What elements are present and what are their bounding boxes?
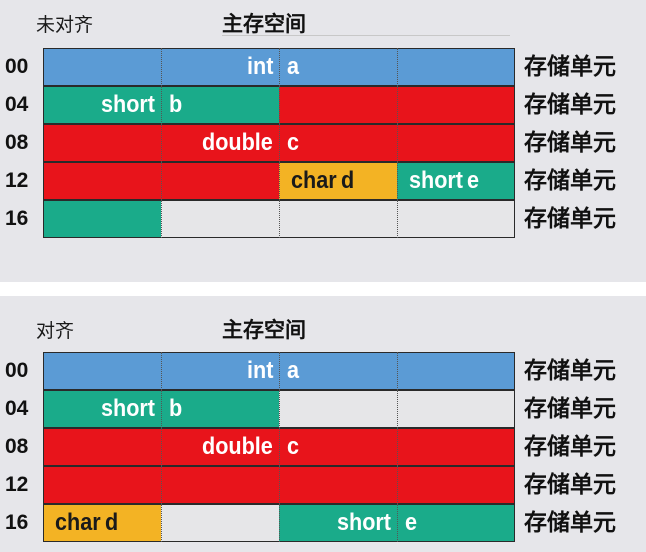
- variable-label: c: [287, 433, 300, 460]
- memory-row: short b: [43, 86, 515, 124]
- variable-label: e: [467, 167, 480, 194]
- memory-grid: int a short b double c char d short e: [43, 48, 515, 238]
- type-label: short: [101, 91, 155, 118]
- memory-row: [43, 200, 515, 238]
- slot-divider: [279, 352, 281, 390]
- slot-divider: [279, 504, 281, 542]
- title-underline: [222, 35, 510, 36]
- slot-divider: [161, 86, 163, 124]
- address-label: 04: [5, 397, 29, 420]
- address-label: 16: [5, 207, 29, 230]
- slot-divider: [279, 162, 281, 200]
- variable-label: e: [405, 509, 418, 536]
- panel-aligned: 对齐 主存空间 int a short b double c char d short e 00 存…: [0, 296, 646, 552]
- slot-divider: [161, 504, 163, 542]
- slot-divider: [397, 504, 399, 542]
- slot-divider: [279, 48, 281, 86]
- address-label: 12: [5, 169, 29, 192]
- variable-label: d: [340, 167, 355, 194]
- slot-divider: [161, 352, 163, 390]
- type-label: double: [201, 433, 273, 460]
- memory-row: char d short e: [43, 162, 515, 200]
- variable-label: a: [287, 53, 300, 80]
- panel-caption: 未对齐: [36, 14, 94, 36]
- slot-divider: [161, 48, 163, 86]
- address-label: 00: [5, 359, 29, 382]
- address-label: 04: [5, 93, 29, 116]
- storage-unit-label: 存储单元: [524, 358, 616, 384]
- slot-divider: [161, 200, 163, 238]
- storage-unit-label: 存储单元: [524, 130, 616, 156]
- slot-divider: [397, 428, 399, 466]
- type-label: char: [55, 509, 101, 536]
- slot-divider: [397, 390, 399, 428]
- memory-row: double c: [43, 428, 515, 466]
- slot-divider: [161, 390, 163, 428]
- memory-row: [43, 466, 515, 504]
- variable-label: b: [169, 91, 183, 118]
- slot-divider: [161, 466, 163, 504]
- storage-unit-label: 存储单元: [524, 54, 616, 80]
- slot-divider: [161, 162, 163, 200]
- panel-title: 主存空间: [222, 12, 306, 36]
- memory-row: int a: [43, 352, 515, 390]
- slot-divider: [279, 200, 281, 238]
- memory-row: int a: [43, 48, 515, 86]
- slot-divider: [397, 162, 399, 200]
- storage-unit-label: 存储单元: [524, 472, 616, 498]
- slot-divider: [279, 466, 281, 504]
- address-label: 08: [5, 435, 29, 458]
- type-label: int: [246, 357, 274, 384]
- type-label: char: [291, 167, 337, 194]
- address-label: 00: [5, 55, 29, 78]
- slot-divider: [279, 86, 281, 124]
- slot-divider: [397, 48, 399, 86]
- slot-divider: [397, 86, 399, 124]
- storage-unit-label: 存储单元: [524, 396, 616, 422]
- memory-block-padding: [161, 504, 279, 542]
- storage-unit-label: 存储单元: [524, 510, 616, 536]
- slot-divider: [161, 428, 163, 466]
- slot-divider: [397, 200, 399, 238]
- storage-unit-label: 存储单元: [524, 434, 616, 460]
- memory-block-padding: [43, 200, 161, 238]
- address-label: 08: [5, 131, 29, 154]
- type-label: short: [409, 167, 463, 194]
- storage-unit-label: 存储单元: [524, 168, 616, 194]
- slot-divider: [279, 124, 281, 162]
- variable-label: c: [287, 129, 300, 156]
- type-label: short: [101, 395, 155, 422]
- memory-block-padding: [161, 200, 515, 238]
- variable-label: a: [287, 357, 300, 384]
- memory-row: double c: [43, 124, 515, 162]
- slot-divider: [397, 124, 399, 162]
- storage-unit-label: 存储单元: [524, 206, 616, 232]
- memory-row: char d short e: [43, 504, 515, 542]
- slot-divider: [397, 352, 399, 390]
- address-label: 16: [5, 511, 29, 534]
- panel-caption: 对齐: [36, 320, 75, 342]
- memory-row: short b: [43, 390, 515, 428]
- address-label: 12: [5, 473, 29, 496]
- type-label: int: [246, 53, 274, 80]
- type-label: double: [201, 129, 273, 156]
- memory-grid: int a short b double c char d short e: [43, 352, 515, 542]
- variable-label: b: [169, 395, 183, 422]
- slot-divider: [161, 124, 163, 162]
- slot-divider: [397, 466, 399, 504]
- storage-unit-label: 存储单元: [524, 92, 616, 118]
- slot-divider: [279, 390, 281, 428]
- variable-label: d: [104, 509, 119, 536]
- type-label: short: [337, 509, 391, 536]
- panel-title: 主存空间: [222, 318, 306, 342]
- slot-divider: [279, 428, 281, 466]
- panel-unaligned: 未对齐 主存空间 int a short b double c char d short e 00…: [0, 0, 646, 282]
